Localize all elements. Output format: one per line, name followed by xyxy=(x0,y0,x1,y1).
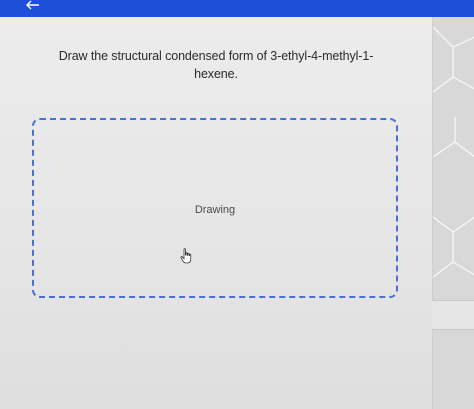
hexagon-pattern xyxy=(433,26,474,278)
hand-pointer-icon xyxy=(180,248,192,264)
question-text: Draw the structural condensed form of 3-… xyxy=(58,49,374,81)
drawing-label: Drawing xyxy=(194,204,236,216)
side-panel xyxy=(432,17,474,409)
arrow-left-icon[interactable] xyxy=(26,0,40,10)
side-tool-button[interactable] xyxy=(432,300,474,330)
drawing-canvas[interactable]: Drawing xyxy=(32,118,398,298)
top-bar xyxy=(0,0,474,17)
